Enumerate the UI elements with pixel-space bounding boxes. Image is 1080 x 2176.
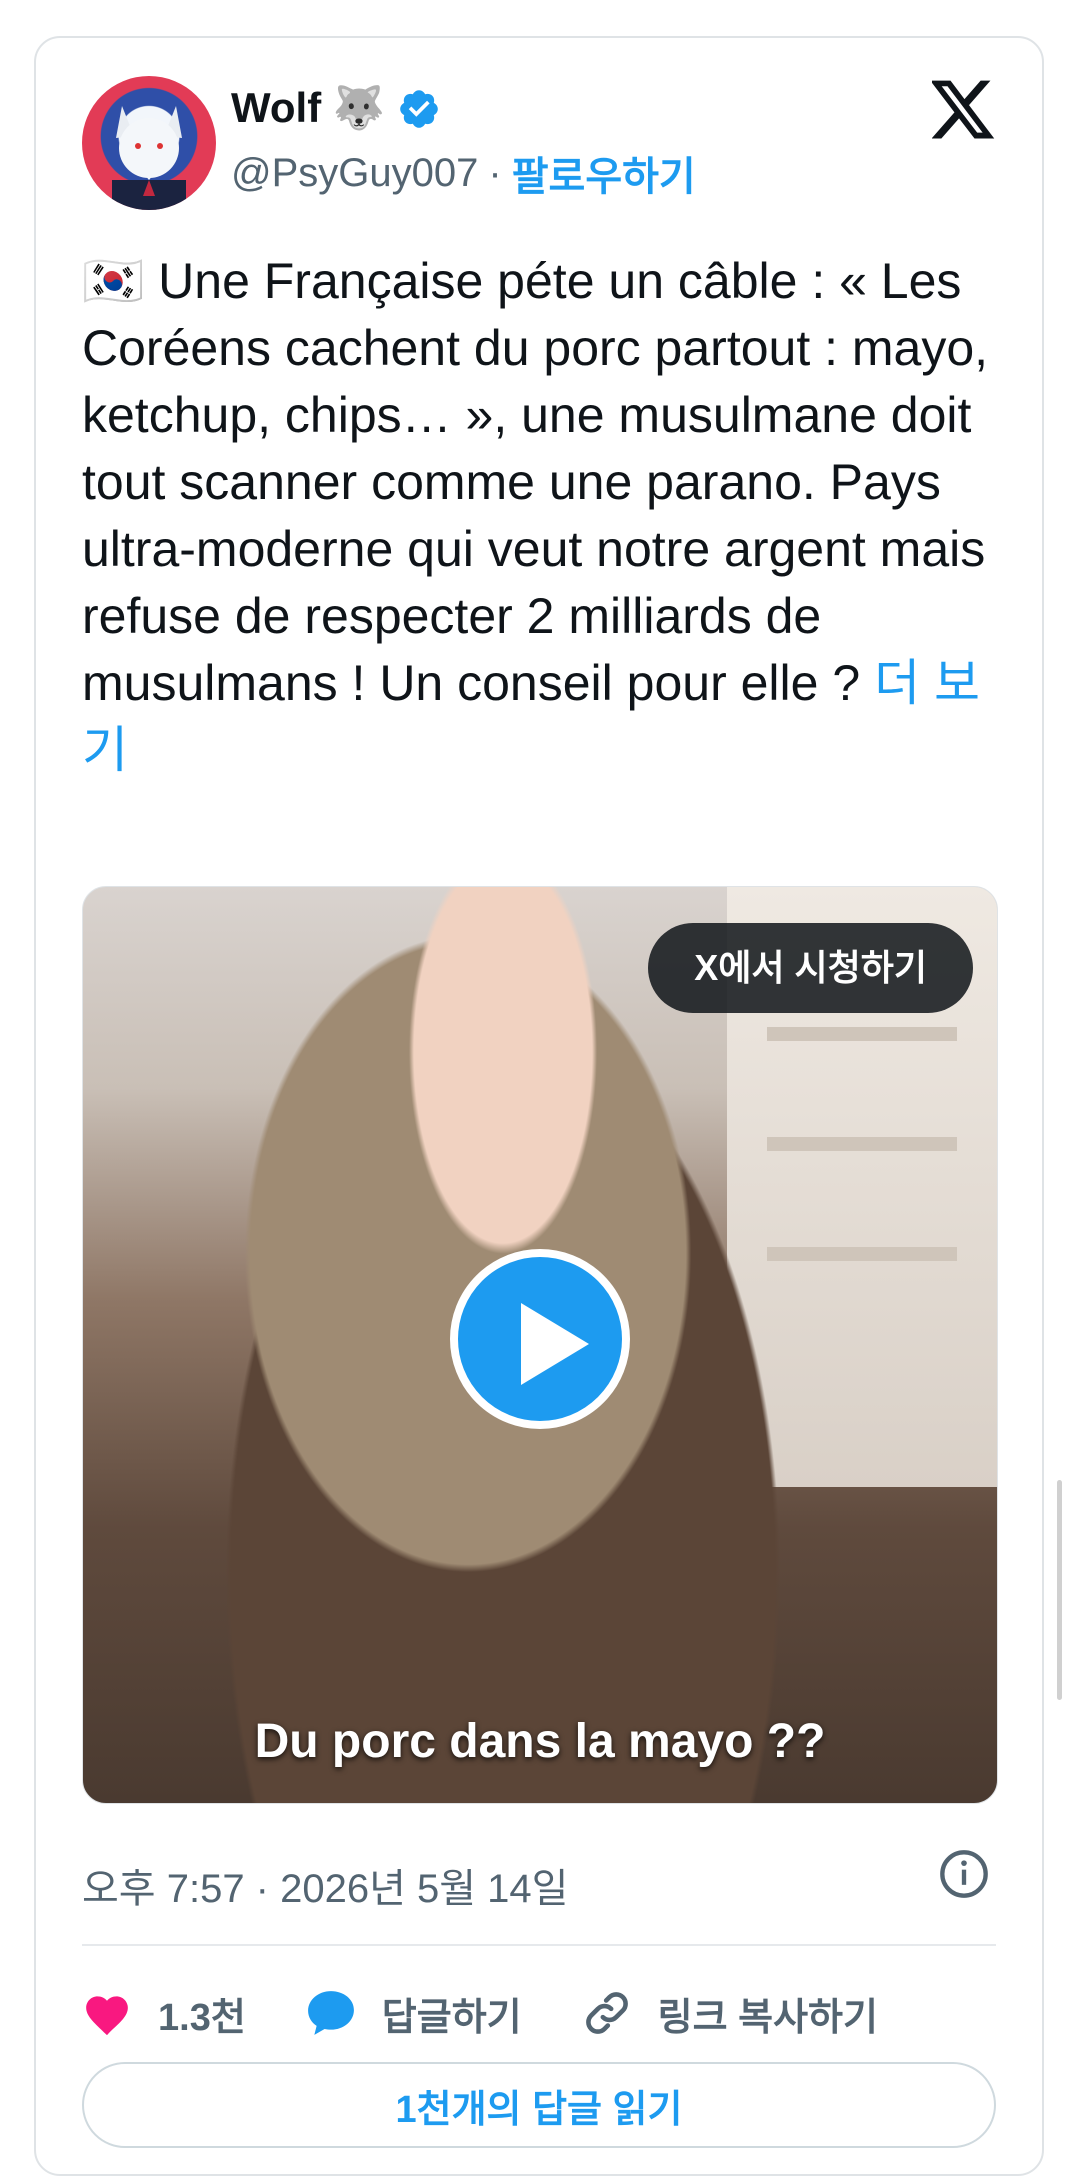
heart-icon: [86, 1996, 128, 2036]
reply-label: 답글하기: [381, 1996, 522, 2039]
video-caption: Du porc dans la mayo ??: [254, 1715, 826, 1768]
author-name[interactable]: Wolf 🐺: [231, 84, 441, 133]
follow-button[interactable]: 팔로우하기: [512, 144, 696, 202]
watch-on-x-button[interactable]: X에서 시청하기: [648, 923, 973, 1013]
handle-row: @PsyGuy007 · 팔로우하기: [231, 144, 696, 202]
like-action[interactable]: 1.3천: [82, 1986, 246, 2041]
timestamp[interactable]: 오후 7:57 · 2026년 5월 14일: [82, 1856, 568, 1914]
info-icon[interactable]: [938, 1848, 990, 1900]
play-icon: [521, 1303, 589, 1385]
copy-link-action[interactable]: 링크 복사하기: [582, 1986, 878, 2041]
divider: [82, 1944, 996, 1946]
separator: ·: [488, 150, 502, 195]
read-replies-button[interactable]: 1천개의 답글 읽기: [82, 2062, 996, 2148]
tweet-body: 🇰🇷 Une Française péte un câble : « Les C…: [82, 253, 1002, 711]
tweet-text: 🇰🇷 Une Française péte un câble : « Les C…: [82, 248, 1012, 784]
action-bar: 1.3천 답글하기 링크 복사하기: [82, 1978, 878, 2048]
handle[interactable]: @PsyGuy007: [231, 151, 478, 196]
like-count: 1.3천: [158, 1996, 246, 2039]
reply-bubble-icon: [307, 1991, 354, 2035]
tweet-card: Wolf 🐺 @PsyGuy007 · 팔로우하기 🇰🇷 Une Françai…: [34, 36, 1044, 2176]
link-icon: [585, 1992, 628, 2034]
scrollbar[interactable]: [1057, 1480, 1062, 1700]
copy-link-label: 링크 복사하기: [657, 1996, 878, 2039]
reply-action[interactable]: 답글하기: [306, 1986, 522, 2041]
avatar[interactable]: [82, 76, 216, 210]
author-name-text: Wolf 🐺: [231, 84, 386, 131]
play-button[interactable]: [450, 1249, 630, 1429]
video-media[interactable]: X에서 시청하기 Du porc dans la mayo ??: [82, 886, 998, 1804]
verified-badge-icon: [400, 89, 438, 128]
x-logo-icon[interactable]: [932, 80, 996, 140]
